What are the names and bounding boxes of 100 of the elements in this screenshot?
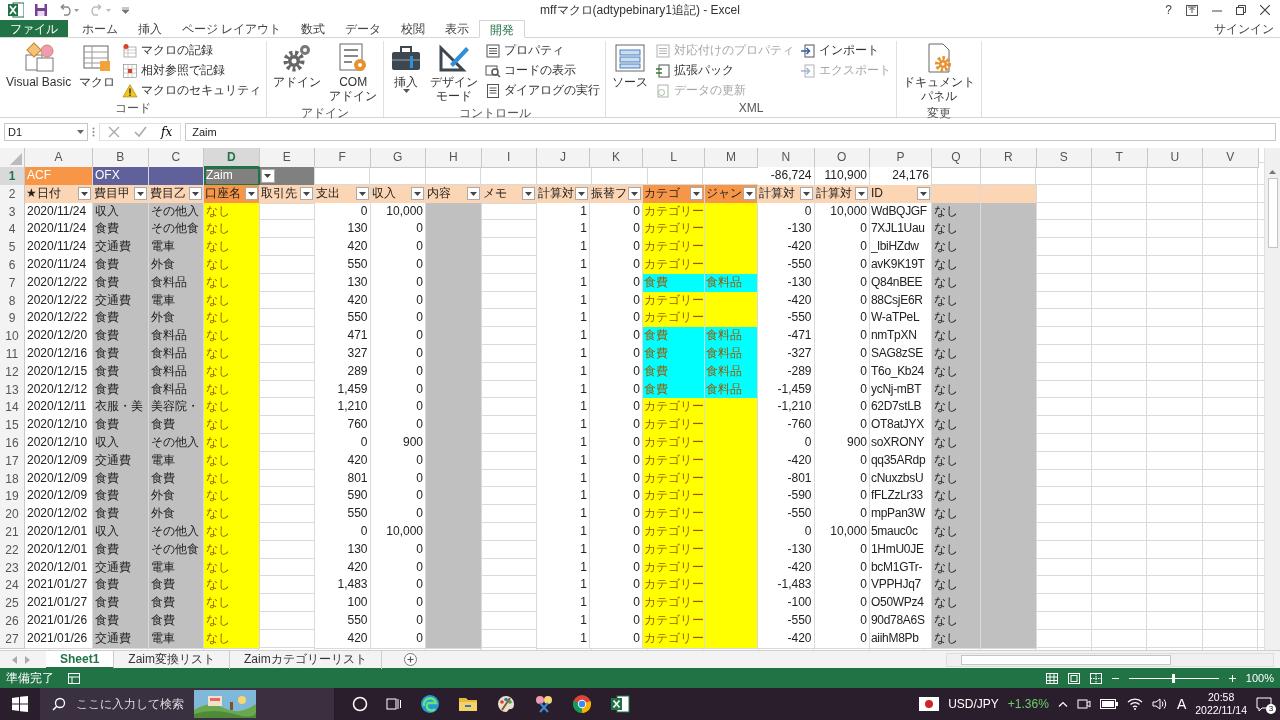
folder-icon[interactable] <box>458 695 478 713</box>
column-header[interactable]: T <box>1092 148 1148 168</box>
column-header[interactable]: H <box>426 148 482 168</box>
filter-button[interactable] <box>690 187 703 201</box>
spreadsheet-app-icon[interactable] <box>610 694 630 714</box>
input-mode-indicator[interactable]: A <box>1176 696 1187 712</box>
column-header[interactable]: C <box>148 148 204 168</box>
close-icon[interactable] <box>1260 5 1270 15</box>
page-layout-icon[interactable] <box>1067 672 1080 684</box>
column-header[interactable]: M <box>705 148 758 168</box>
customize-caret-icon[interactable] <box>122 6 129 14</box>
ribbon-button[interactable]: COM アドイン <box>326 41 381 105</box>
filter-button[interactable] <box>466 187 480 201</box>
clock[interactable]: 20:58 2022/11/14 <box>1195 691 1247 717</box>
column-header[interactable]: U <box>1147 148 1203 168</box>
ribbon-button[interactable]: コードの表示 <box>483 61 603 80</box>
filter-button[interactable] <box>628 187 641 201</box>
filter-button[interactable] <box>522 187 535 201</box>
file-tab[interactable]: ファイル <box>0 20 68 37</box>
wifi-icon[interactable] <box>1126 698 1143 710</box>
ribbon-tab[interactable]: 校閲 <box>391 20 436 37</box>
column-header[interactable]: I <box>481 148 537 168</box>
ribbon-tab[interactable]: データ <box>335 20 392 37</box>
filter-button[interactable] <box>78 187 91 201</box>
filter-button[interactable] <box>189 187 202 201</box>
column-header[interactable]: Q <box>932 148 981 168</box>
filter-button[interactable] <box>917 187 930 201</box>
ribbon-button[interactable]: マクロのセキュリティ <box>120 81 264 100</box>
help-button[interactable]: ? <box>1165 3 1172 17</box>
horizontal-scrollbar[interactable] <box>946 652 1274 667</box>
filter-button[interactable] <box>743 187 756 201</box>
filter-button[interactable] <box>244 187 258 201</box>
sign-in-link[interactable]: サインイン <box>1214 20 1280 37</box>
column-header[interactable]: B <box>93 148 149 168</box>
filter-button[interactable] <box>133 187 147 201</box>
save-icon[interactable] <box>34 3 48 17</box>
ribbon-button[interactable]: インポート <box>798 41 894 60</box>
column-header[interactable]: D <box>204 148 260 168</box>
column-header[interactable]: A <box>25 148 93 168</box>
column-header[interactable]: V <box>1203 148 1259 168</box>
ribbon-button[interactable]: Visual Basic <box>3 41 75 100</box>
ribbon-button[interactable]: 相対参照で記録 <box>120 61 264 80</box>
name-box[interactable]: D1 <box>4 123 88 141</box>
scissors-icon[interactable] <box>534 694 554 714</box>
column-header[interactable]: L <box>643 148 705 168</box>
filter-button[interactable] <box>799 187 813 201</box>
browser-swirl-icon[interactable] <box>420 694 440 714</box>
add-sheet-icon[interactable] <box>403 653 417 666</box>
ribbon-tab[interactable]: 挿入 <box>128 20 172 37</box>
ribbon-tab[interactable]: 数式 <box>291 20 336 37</box>
column-header[interactable]: R <box>981 148 1037 168</box>
macro-record-icon[interactable] <box>68 672 80 684</box>
normal-view-icon[interactable] <box>1045 672 1058 684</box>
filter-button[interactable] <box>855 187 868 201</box>
column-header[interactable]: K <box>590 148 643 168</box>
circle-icon[interactable] <box>352 696 368 712</box>
ribbon-button[interactable]: 挿入 <box>387 41 426 105</box>
ribbon-button[interactable]: プロパティ <box>483 41 603 60</box>
chevron-up-icon[interactable] <box>1057 701 1068 707</box>
column-header[interactable]: O <box>814 148 870 168</box>
ribbon-tab[interactable]: ホーム <box>72 20 128 37</box>
scroll-thumb[interactable] <box>961 654 1171 665</box>
column-header[interactable]: J <box>537 148 590 168</box>
ribbon-tab[interactable]: ページ レイアウト <box>172 20 292 37</box>
ribbon-button[interactable]: アドイン <box>270 41 325 105</box>
camera-icon[interactable] <box>1076 698 1091 710</box>
filter-button[interactable] <box>355 187 369 201</box>
column-header[interactable]: S <box>1036 148 1092 168</box>
ribbon-tab[interactable]: 表示 <box>435 20 480 37</box>
palette-icon[interactable] <box>496 694 516 714</box>
filter-button[interactable] <box>411 187 424 201</box>
scroll-thumb[interactable] <box>1267 178 1278 248</box>
column-header[interactable]: P <box>870 148 932 168</box>
windows-logo-icon[interactable] <box>12 696 28 712</box>
battery-icon[interactable] <box>1099 699 1118 709</box>
column-header[interactable]: E <box>259 148 315 168</box>
ribbon-button[interactable]: 拡張パック <box>653 61 797 80</box>
ribbon-button[interactable]: ダイアログの実行 <box>483 81 603 100</box>
undo-icon[interactable] <box>58 4 80 16</box>
ribbon-display-icon[interactable] <box>1186 4 1198 16</box>
ribbon-button[interactable]: ソース <box>609 41 652 101</box>
check-icon[interactable] <box>134 126 147 138</box>
chrome-icon[interactable] <box>572 694 592 714</box>
zoom-level[interactable]: 100% <box>1245 672 1274 684</box>
vertical-scrollbar[interactable] <box>1264 148 1280 650</box>
page-break-icon[interactable] <box>1089 672 1102 684</box>
column-header[interactable]: F <box>315 148 371 168</box>
zoom-slider[interactable] <box>1128 672 1219 684</box>
ribbon-button[interactable]: デザイン モード <box>427 41 482 105</box>
ribbon-button[interactable]: マクロの記録 <box>120 41 264 60</box>
formula-field[interactable]: Zaim <box>185 123 1276 141</box>
sheet-tab[interactable]: Sheet1 <box>46 650 115 669</box>
task-view-icon[interactable] <box>386 696 402 712</box>
insert-function-button[interactable]: fx <box>161 125 173 139</box>
filter-button[interactable] <box>300 187 313 201</box>
ribbon-tab[interactable]: 開発 <box>479 20 526 38</box>
filter-button[interactable] <box>575 187 588 201</box>
column-header[interactable]: G <box>370 148 426 168</box>
ribbon-button[interactable]: マクロ <box>76 41 119 100</box>
ribbon-button[interactable]: ドキュメント パネル <box>900 41 979 105</box>
